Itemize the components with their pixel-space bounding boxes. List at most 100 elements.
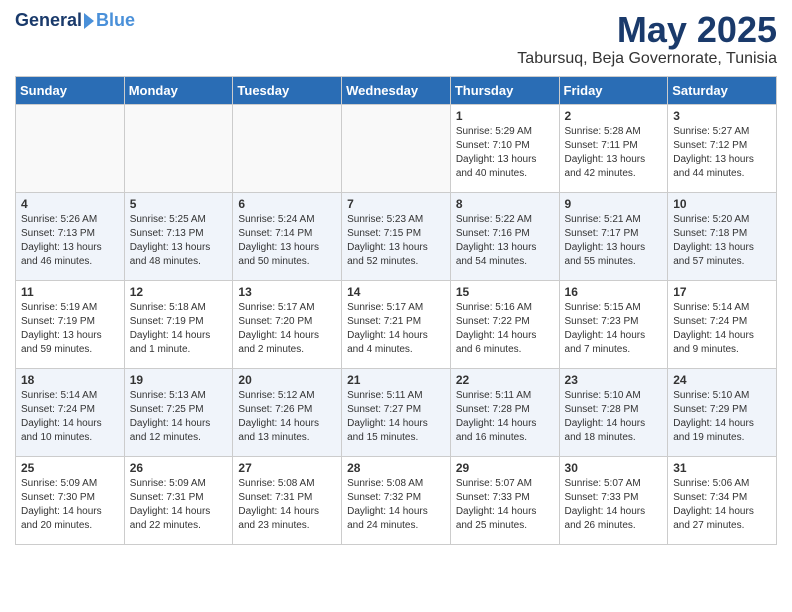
day-cell: 10 Sunrise: 5:20 AMSunset: 7:18 PMDayligh… [668,192,777,280]
day-info: Sunrise: 5:17 AMSunset: 7:20 PMDaylight:… [238,301,336,357]
day-number: 7 [347,197,445,211]
day-cell: 3Sunrise: 5:27 AMSunset: 7:12 PMDaylight… [668,104,777,192]
day-number: 5 [130,197,228,211]
day-number: 16 [565,285,663,299]
day-info: Sunrise: 5:08 AMSunset: 7:31 PMDaylight:… [238,477,336,533]
day-info: Sunrise: 5:23 AMSunset: 7:15 PMDaylight:… [347,213,445,269]
col-saturday: Saturday [668,76,777,104]
day-cell: 18 Sunrise: 5:14 AMSunset: 7:24 PMDayligh… [16,368,125,456]
day-info: Sunrise: 5:25 AMSunset: 7:13 PMDaylight:… [130,213,228,269]
day-cell: 31 Sunrise: 5:06 AMSunset: 7:34 PMDayligh… [668,456,777,544]
day-number: 25 [21,461,119,475]
day-info: Sunrise: 5:21 AMSunset: 7:17 PMDaylight:… [565,213,663,269]
logo-arrow-icon [84,13,94,29]
day-number: 2 [565,109,663,123]
day-info: Sunrise: 5:19 AMSunset: 7:19 PMDaylight:… [21,301,119,357]
day-info: Sunrise: 5:11 AMSunset: 7:28 PMDaylight:… [456,389,554,445]
day-number: 18 [21,373,119,387]
day-info: Sunrise: 5:24 AMSunset: 7:14 PMDaylight:… [238,213,336,269]
day-info: Sunrise: 5:11 AMSunset: 7:27 PMDaylight:… [347,389,445,445]
day-number: 30 [565,461,663,475]
day-cell: 5 Sunrise: 5:25 AMSunset: 7:13 PMDaylight… [124,192,233,280]
day-info: Sunrise: 5:08 AMSunset: 7:32 PMDaylight:… [347,477,445,533]
day-number: 8 [456,197,554,211]
day-number: 1 [456,109,554,123]
day-number: 22 [456,373,554,387]
day-number: 11 [21,285,119,299]
day-number: 24 [673,373,771,387]
week-row-4: 18 Sunrise: 5:14 AMSunset: 7:24 PMDayligh… [16,368,777,456]
day-cell: 21 Sunrise: 5:11 AMSunset: 7:27 PMDayligh… [342,368,451,456]
day-info: Sunrise: 5:07 AMSunset: 7:33 PMDaylight:… [456,477,554,533]
col-wednesday: Wednesday [342,76,451,104]
day-number: 14 [347,285,445,299]
col-tuesday: Tuesday [233,76,342,104]
day-cell: 28 Sunrise: 5:08 AMSunset: 7:32 PMDayligh… [342,456,451,544]
day-number: 17 [673,285,771,299]
day-info: Sunrise: 5:10 AMSunset: 7:28 PMDaylight:… [565,389,663,445]
calendar-container: General Blue May 2025 Tabursuq, Beja Gov… [0,0,792,555]
day-cell: 6 Sunrise: 5:24 AMSunset: 7:14 PMDaylight… [233,192,342,280]
col-monday: Monday [124,76,233,104]
day-cell: 1Sunrise: 5:29 AMSunset: 7:10 PMDaylight… [450,104,559,192]
day-cell: 23 Sunrise: 5:10 AMSunset: 7:28 PMDayligh… [559,368,668,456]
day-cell: 27 Sunrise: 5:08 AMSunset: 7:31 PMDayligh… [233,456,342,544]
day-info: Sunrise: 5:09 AMSunset: 7:31 PMDaylight:… [130,477,228,533]
day-cell [16,104,125,192]
logo-blue-text: Blue [96,10,135,31]
day-cell [233,104,342,192]
logo: General Blue [15,10,135,31]
day-number: 19 [130,373,228,387]
day-cell: 22 Sunrise: 5:11 AMSunset: 7:28 PMDayligh… [450,368,559,456]
day-cell: 20Sunrise: 5:12 AMSunset: 7:26 PMDayligh… [233,368,342,456]
day-number: 12 [130,285,228,299]
week-row-5: 25 Sunrise: 5:09 AMSunset: 7:30 PMDayligh… [16,456,777,544]
day-info: Sunrise: 5:09 AMSunset: 7:30 PMDaylight:… [21,477,119,533]
day-info: Sunrise: 5:10 AMSunset: 7:29 PMDaylight:… [673,389,771,445]
day-cell: 13 Sunrise: 5:17 AMSunset: 7:20 PMDayligh… [233,280,342,368]
day-info: Sunrise: 5:07 AMSunset: 7:33 PMDaylight:… [565,477,663,533]
col-sunday: Sunday [16,76,125,104]
day-number: 20 [238,373,336,387]
week-row-3: 11 Sunrise: 5:19 AMSunset: 7:19 PMDayligh… [16,280,777,368]
day-info: Sunrise: 5:20 AMSunset: 7:18 PMDaylight:… [673,213,771,269]
col-friday: Friday [559,76,668,104]
day-number: 31 [673,461,771,475]
header: General Blue May 2025 Tabursuq, Beja Gov… [15,10,777,68]
day-number: 27 [238,461,336,475]
day-cell: 26 Sunrise: 5:09 AMSunset: 7:31 PMDayligh… [124,456,233,544]
day-info: Sunrise: 5:22 AMSunset: 7:16 PMDaylight:… [456,213,554,269]
day-cell: 30 Sunrise: 5:07 AMSunset: 7:33 PMDayligh… [559,456,668,544]
day-cell [342,104,451,192]
day-number: 21 [347,373,445,387]
day-number: 10 [673,197,771,211]
title-area: May 2025 Tabursuq, Beja Governorate, Tun… [517,10,777,68]
day-number: 23 [565,373,663,387]
day-number: 9 [565,197,663,211]
day-number: 28 [347,461,445,475]
day-info: Sunrise: 5:14 AMSunset: 7:24 PMDaylight:… [21,389,119,445]
day-cell: 9 Sunrise: 5:21 AMSunset: 7:17 PMDaylight… [559,192,668,280]
day-cell: 17 Sunrise: 5:14 AMSunset: 7:24 PMDayligh… [668,280,777,368]
day-info: Sunrise: 5:06 AMSunset: 7:34 PMDaylight:… [673,477,771,533]
week-row-1: 1Sunrise: 5:29 AMSunset: 7:10 PMDaylight… [16,104,777,192]
day-info: Sunrise: 5:13 AMSunset: 7:25 PMDaylight:… [130,389,228,445]
day-cell: 24 Sunrise: 5:10 AMSunset: 7:29 PMDayligh… [668,368,777,456]
day-info: Sunrise: 5:17 AMSunset: 7:21 PMDaylight:… [347,301,445,357]
day-cell: 15Sunrise: 5:16 AMSunset: 7:22 PMDayligh… [450,280,559,368]
day-number: 29 [456,461,554,475]
day-info: Sunrise: 5:16 AMSunset: 7:22 PMDaylight:… [456,301,554,357]
day-cell: 8 Sunrise: 5:22 AMSunset: 7:16 PMDaylight… [450,192,559,280]
calendar-table: Sunday Monday Tuesday Wednesday Thursday… [15,76,777,545]
header-row: Sunday Monday Tuesday Wednesday Thursday… [16,76,777,104]
day-info: Sunrise: 5:18 AMSunset: 7:19 PMDaylight:… [130,301,228,357]
day-info: Sunrise: 5:26 AMSunset: 7:13 PMDaylight:… [21,213,119,269]
day-cell: 2Sunrise: 5:28 AMSunset: 7:11 PMDaylight… [559,104,668,192]
day-number: 13 [238,285,336,299]
day-number: 6 [238,197,336,211]
day-info: Sunrise: 5:14 AMSunset: 7:24 PMDaylight:… [673,301,771,357]
day-number: 3 [673,109,771,123]
day-number: 26 [130,461,228,475]
day-cell: 16Sunrise: 5:15 AMSunset: 7:23 PMDayligh… [559,280,668,368]
logo-general-text: General [15,10,82,31]
